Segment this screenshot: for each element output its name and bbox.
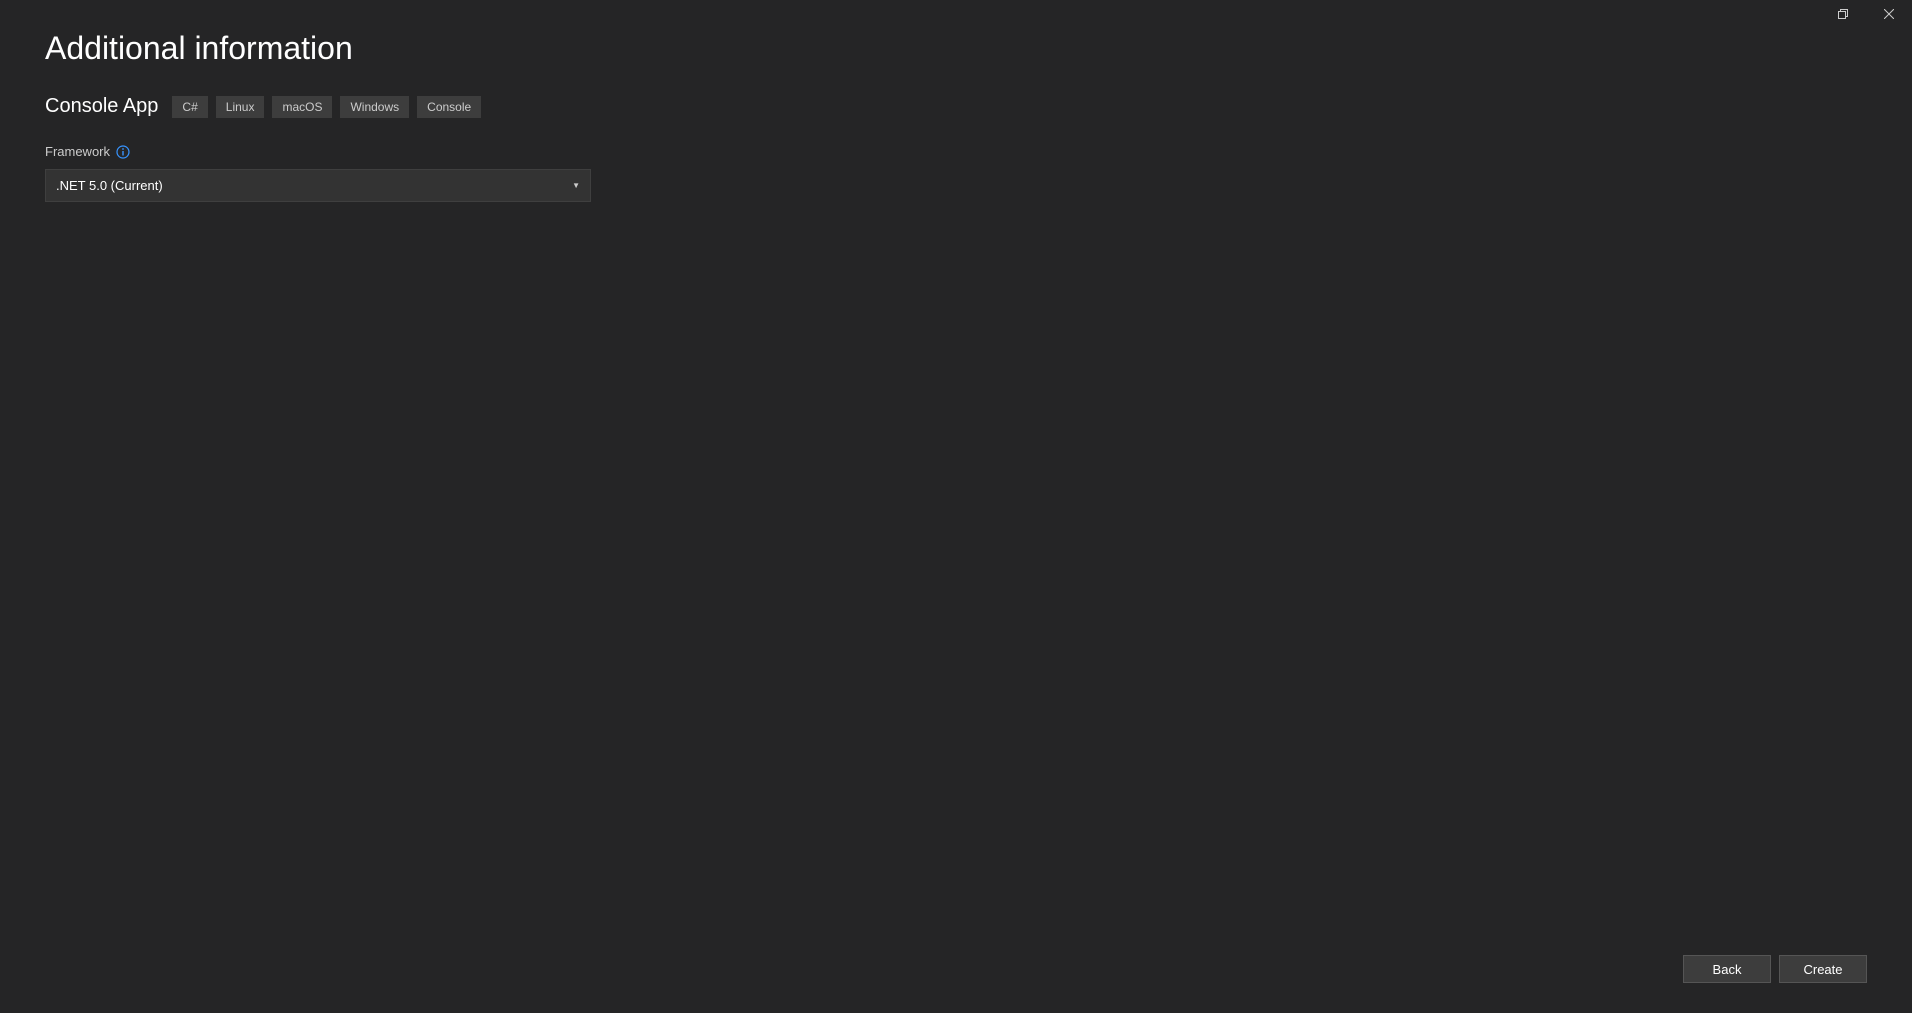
back-button[interactable]: Back <box>1683 955 1771 983</box>
chevron-down-icon: ▼ <box>572 181 580 190</box>
main-content: Additional information Console App C# Li… <box>0 0 1912 232</box>
tag-linux: Linux <box>216 96 265 118</box>
framework-label-row: Framework <box>45 144 1867 159</box>
tag-language: C# <box>172 96 207 118</box>
framework-label: Framework <box>45 144 110 159</box>
titlebar <box>1820 0 1912 30</box>
tag-windows: Windows <box>340 96 409 118</box>
info-icon[interactable] <box>116 145 130 159</box>
subtitle-row: Console App C# Linux macOS Windows Conso… <box>45 95 1867 118</box>
tags-container: C# Linux macOS Windows Console <box>172 96 481 118</box>
footer-buttons: Back Create <box>1683 955 1867 983</box>
create-button[interactable]: Create <box>1779 955 1867 983</box>
tag-macos: macOS <box>272 96 332 118</box>
close-button[interactable] <box>1866 0 1912 30</box>
framework-selected-value: .NET 5.0 (Current) <box>56 178 163 193</box>
maximize-button[interactable] <box>1820 0 1866 30</box>
close-icon <box>1884 6 1894 24</box>
page-title: Additional information <box>45 30 1867 67</box>
framework-dropdown[interactable]: .NET 5.0 (Current) ▼ <box>45 169 591 202</box>
project-type-subtitle: Console App <box>45 95 158 118</box>
tag-console: Console <box>417 96 481 118</box>
maximize-icon <box>1838 6 1848 24</box>
